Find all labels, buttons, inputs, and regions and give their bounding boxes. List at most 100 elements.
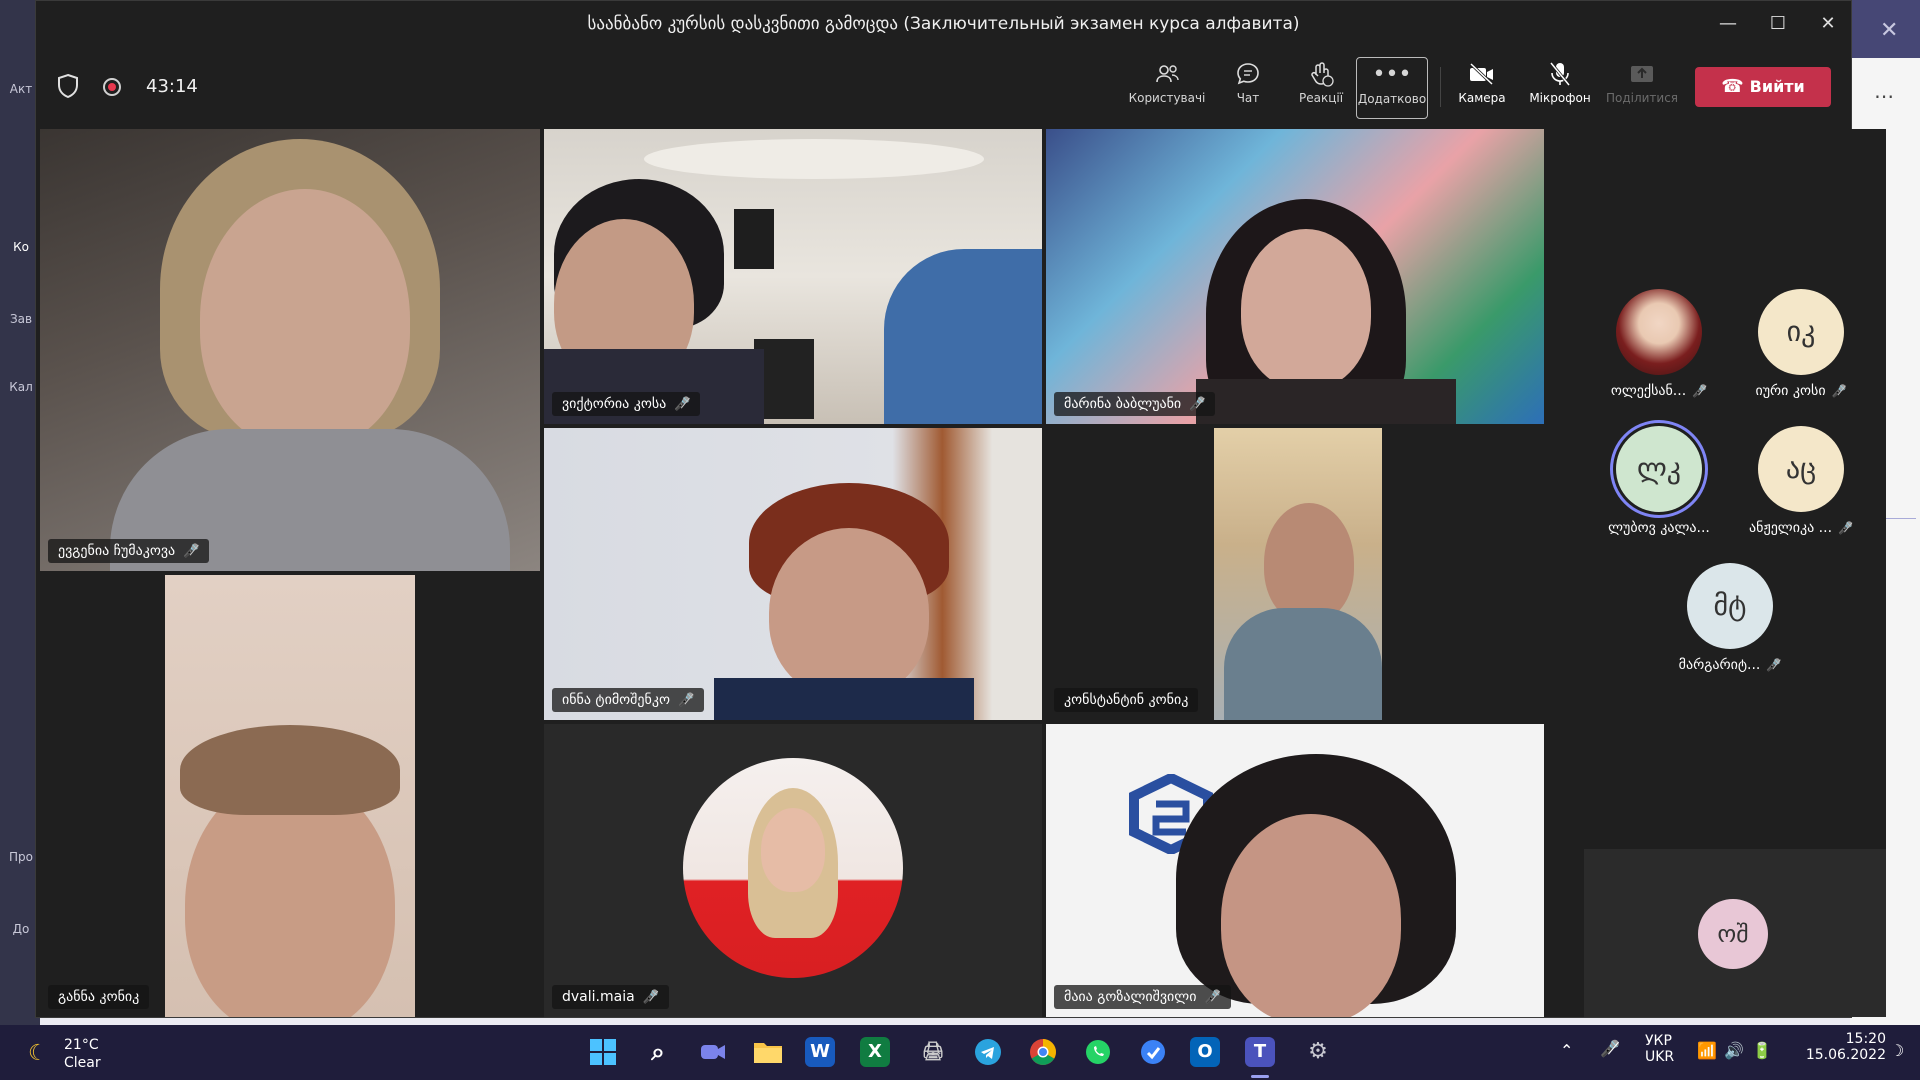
gallery-participant[interactable]: იკ იური კოსი 🎤̸ [1731, 289, 1871, 399]
participant-name-tag: მარინა ბაბლუანი 🎤̸ [1054, 392, 1216, 416]
teams-icon[interactable]: T [1245, 1037, 1275, 1067]
participant-gallery: ოლექსან... 🎤̸ იკ იური კოსი 🎤̸ ლკ ლუბოვ კალ… [1581, 129, 1886, 849]
self-avatar-initials: ოშ [1698, 899, 1768, 969]
avatar-photo [1616, 289, 1702, 375]
more-button[interactable]: ••• Додатково [1356, 57, 1428, 119]
volume-icon[interactable]: 🔊 [1724, 1041, 1744, 1060]
outlook-icon[interactable]: O [1190, 1037, 1220, 1067]
rail-item-activity[interactable]: Акт [8, 82, 34, 96]
leave-label: Вийти [1749, 77, 1805, 96]
teams-chat-icon[interactable] [695, 1034, 731, 1070]
scanner-icon[interactable]: 🖨 [915, 1034, 951, 1070]
mic-muted-icon: 🎤̸ [1189, 397, 1206, 412]
video-tile[interactable]: მაია გოზალიშვილი 🎤̸ [1046, 724, 1544, 1017]
chat-label: Чат [1236, 91, 1260, 105]
more-icon: ••• [1372, 62, 1412, 87]
participant-shirt [714, 678, 974, 720]
language-indicator[interactable]: УКР UKR [1645, 1033, 1674, 1065]
rail-item-teams[interactable]: Ко [8, 240, 34, 254]
leave-button[interactable]: ☎ Вийти [1695, 67, 1831, 107]
video-tile[interactable]: განნა კონიკ [40, 575, 540, 1017]
rail-item-assignments[interactable]: Зав [8, 312, 34, 326]
participant-name: ოლექსან... [1610, 383, 1687, 399]
background-more-icon[interactable]: ⋯ [1874, 84, 1894, 108]
word-icon[interactable]: W [805, 1037, 835, 1067]
whatsapp-icon[interactable] [1080, 1034, 1116, 1070]
mic-muted-tray-icon[interactable]: 🎤̸ [1600, 1039, 1620, 1058]
rail-item-help[interactable]: До [8, 922, 34, 936]
video-tile[interactable]: ინნა ტიმოშენკო 🎤̸ [544, 428, 1042, 720]
people-icon [1127, 57, 1207, 91]
clock-date: 15.06.2022 [1805, 1047, 1886, 1063]
gallery-participant[interactable]: ოლექსან... 🎤̸ [1589, 289, 1729, 399]
chrome-icon[interactable] [1025, 1034, 1061, 1070]
title-bar: საანბანო კურსის დასკვნითი გამოცდა (Заклю… [36, 1, 1851, 49]
focus-icon[interactable]: ☽ [1890, 1041, 1904, 1060]
keyboard-layout: UKR [1645, 1049, 1675, 1065]
telegram-icon[interactable] [970, 1034, 1006, 1070]
participant-name-tag: ვიქტორია კოსა 🎤̸ [552, 392, 701, 416]
active-app-indicator [1251, 1075, 1269, 1078]
video-tile[interactable]: ვიქტორია კოსა 🎤̸ [544, 129, 1042, 424]
weather-condition: Clear [64, 1055, 101, 1071]
people-label: Користувачі [1128, 91, 1206, 105]
settings-icon[interactable]: ⚙ [1300, 1034, 1336, 1070]
gallery-participant[interactable]: აც ანჟელიკა ... 🎤̸ [1731, 426, 1871, 536]
share-label: Поділитися [1605, 91, 1679, 105]
rail-item-calendar[interactable]: Кал [8, 380, 34, 394]
participant-name: ლუბოვ კალა... [1608, 520, 1710, 536]
mic-button[interactable]: Мікрофон [1524, 57, 1596, 119]
toolbar-divider [1440, 67, 1441, 107]
video-tile[interactable]: მარინა ბაბლუანი 🎤̸ [1046, 129, 1544, 424]
participant-face [1221, 814, 1401, 1017]
mic-label: Мікрофон [1529, 91, 1591, 105]
reactions-icon [1289, 57, 1353, 91]
people-button[interactable]: Користувачі [1127, 57, 1207, 119]
wifi-icon[interactable]: 📶 [1697, 1041, 1717, 1060]
participant-name: ევგენია ჩუმაკოვა [58, 543, 176, 559]
excel-icon[interactable]: X [860, 1037, 890, 1067]
close-button[interactable]: ✕ [1808, 9, 1848, 39]
video-tile[interactable]: კონსტანტინ კონიკ [1046, 428, 1544, 720]
participant-name-tag: კონსტანტინ კონიკ [1054, 688, 1199, 712]
video-tile[interactable]: dvali.maia 🎤̸ [544, 724, 1042, 1017]
participant-face [1264, 503, 1354, 623]
participant-face [200, 189, 410, 449]
mic-muted-icon: 🎤̸ [1766, 658, 1782, 672]
language-code: УКР [1645, 1033, 1672, 1049]
camera-button[interactable]: Камера [1449, 57, 1515, 119]
meeting-timer: 43:14 [146, 76, 198, 97]
meeting-window: საანბანო კურსის დასკვნითი გამოცდა (Заклю… [35, 0, 1886, 1018]
file-explorer-icon[interactable] [750, 1034, 786, 1070]
search-icon[interactable]: ⌕ [640, 1034, 676, 1070]
avatar-initials: იკ [1758, 289, 1844, 375]
participant-name: ინნა ტიმოშენკო [562, 692, 670, 708]
clock[interactable]: 15:20 15.06.2022 [1796, 1031, 1886, 1063]
minimize-button[interactable]: — [1708, 9, 1748, 39]
chat-button[interactable]: Чат [1218, 57, 1278, 119]
battery-icon[interactable]: 🔋 [1752, 1041, 1772, 1060]
participant-name: მარგარიტ... [1678, 657, 1761, 673]
background-app-rail: Акт Ко Зав Кал Про До [0, 0, 40, 1025]
gallery-participant[interactable]: მტ მარგარიტ... 🎤̸ [1660, 563, 1800, 673]
video-tile[interactable]: ევგენია ჩუმაკოვა 🎤̸ [40, 129, 540, 571]
participant-name: მარინა ბაბლუანი [1064, 396, 1182, 412]
self-view[interactable]: ოშ [1584, 849, 1886, 1017]
reactions-button[interactable]: Реакції [1289, 57, 1353, 119]
participant-name-tag: ინნა ტიმოშენკო 🎤̸ [552, 688, 705, 712]
reactions-label: Реакції [1298, 91, 1344, 105]
profile-photo [683, 758, 903, 978]
participant-name-tag: განნა კონიკ [48, 985, 150, 1009]
background-close-icon[interactable]: ✕ [1880, 18, 1898, 43]
start-icon[interactable] [585, 1034, 621, 1070]
gallery-participant-speaking[interactable]: ლკ ლუბოვ კალა... [1589, 426, 1729, 536]
share-button[interactable]: Поділитися [1602, 57, 1682, 119]
participant-face [769, 528, 929, 698]
mic-muted-icon: 🎤̸ [677, 693, 695, 708]
mic-muted-icon: 🎤̸ [1692, 384, 1708, 398]
chevron-up-icon[interactable]: ⌃ [1560, 1041, 1573, 1060]
mic-muted-icon: 🎤̸ [1838, 521, 1853, 535]
app-circle-icon[interactable] [1135, 1034, 1171, 1070]
rail-item-apps[interactable]: Про [8, 850, 34, 864]
maximize-button[interactable]: ☐ [1758, 9, 1798, 39]
